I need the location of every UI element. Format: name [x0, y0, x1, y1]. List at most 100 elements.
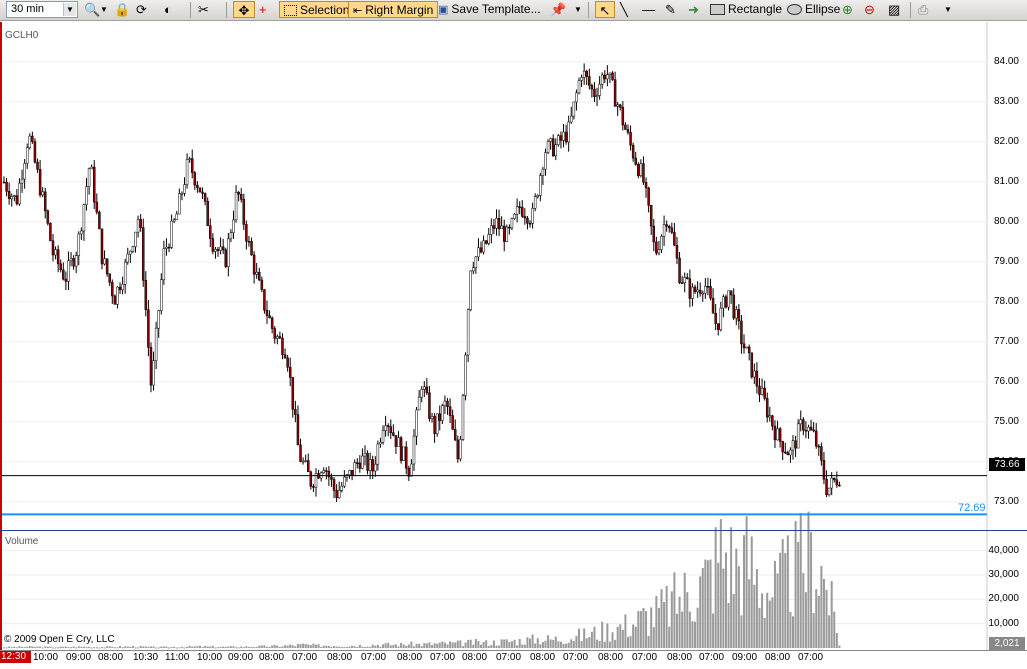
- volume-bar: [433, 643, 436, 648]
- x-tick-label: 08:00: [598, 652, 624, 663]
- volume-bar: [492, 640, 495, 648]
- volume-bar: [54, 647, 57, 649]
- pane-separator[interactable]: [0, 530, 1027, 531]
- volume-bar: [95, 647, 98, 649]
- volume-bar: [72, 646, 75, 648]
- volume-bar: [526, 637, 529, 648]
- volume-bar: [807, 511, 810, 648]
- candle-body: [348, 470, 351, 476]
- volume-bar: [485, 640, 488, 648]
- x-tick-label: 10:30: [133, 652, 159, 663]
- volume-bar: [180, 646, 183, 648]
- candle-body: [425, 386, 429, 394]
- volume-bar: [113, 647, 116, 649]
- candle-body: [265, 309, 269, 316]
- candle-body: [428, 392, 431, 419]
- volume-bar: [706, 560, 709, 648]
- volume-bar: [567, 642, 570, 648]
- candle-body: [131, 246, 135, 252]
- volume-bar: [812, 613, 815, 648]
- candle-body: [570, 115, 573, 123]
- volume-bar: [668, 626, 671, 648]
- volume-bar: [712, 613, 715, 648]
- volume-bar: [173, 646, 176, 648]
- volume-bar: [193, 646, 196, 648]
- candle-body: [642, 163, 645, 183]
- volume-bar: [258, 645, 261, 648]
- candle-body: [44, 191, 47, 212]
- volume-bar: [508, 642, 511, 648]
- candle-body: [165, 246, 168, 249]
- y-tick-label: 77.00: [993, 336, 1019, 347]
- candle-body: [446, 400, 449, 407]
- x-tick-label: 09:00: [732, 652, 758, 663]
- x-tick-label: 08:00: [530, 652, 556, 663]
- volume-bar: [477, 641, 480, 648]
- candle-body: [25, 147, 29, 164]
- candle-body: [740, 320, 743, 345]
- volume-bar: [253, 647, 256, 649]
- candle-body: [51, 240, 55, 256]
- volume-bar: [503, 639, 506, 648]
- candle-body: [747, 346, 751, 354]
- volume-bar: [611, 632, 614, 648]
- symbol-label: GCLH0: [5, 30, 39, 41]
- candle-body: [644, 181, 648, 189]
- candle-body: [404, 446, 408, 469]
- candle-body: [273, 328, 276, 339]
- volume-bar: [33, 646, 36, 648]
- volume-bar: [523, 644, 526, 648]
- candle-body: [606, 74, 609, 80]
- candle-body: [500, 225, 503, 230]
- candle-body: [825, 478, 828, 496]
- volume-bar: [531, 634, 534, 648]
- volume-bar: [789, 611, 792, 648]
- candle-body: [588, 76, 591, 86]
- candle-body: [619, 104, 622, 108]
- x-tick-label: 07:00: [563, 652, 589, 663]
- candle-body: [332, 479, 336, 491]
- candle-body: [735, 309, 738, 319]
- volume-bar: [361, 646, 364, 648]
- volume-bar: [443, 642, 446, 648]
- volume-bar: [235, 647, 238, 649]
- candle-body: [379, 441, 382, 445]
- volume-bar: [389, 645, 392, 648]
- candle-body: [340, 485, 344, 491]
- volume-bar: [456, 640, 459, 648]
- price-chart[interactable]: [0, 0, 1027, 668]
- candle-body: [100, 228, 104, 265]
- volume-bar: [415, 643, 418, 648]
- candle-body: [327, 471, 331, 478]
- candle-body: [134, 231, 137, 247]
- volume-bar: [794, 521, 797, 648]
- candle-body: [5, 181, 8, 192]
- candle-body: [510, 218, 514, 229]
- candle-body: [36, 161, 39, 170]
- volume-bar: [815, 589, 818, 648]
- volume-bar: [312, 643, 315, 648]
- candle-body: [456, 439, 460, 460]
- candle-body: [492, 225, 496, 229]
- candle-body: [701, 292, 705, 295]
- volume-bar: [714, 527, 717, 648]
- candle-body: [680, 282, 684, 284]
- candle-body: [152, 360, 155, 386]
- candle-body: [755, 370, 759, 387]
- x-tick-label: 07:00: [632, 652, 658, 663]
- candle-body: [82, 204, 86, 232]
- volume-bar: [593, 626, 596, 648]
- candle-body: [745, 346, 748, 349]
- volume-bar: [606, 623, 609, 648]
- candle-body: [585, 70, 588, 77]
- volume-bar: [188, 645, 191, 648]
- volume-bar: [266, 646, 269, 648]
- x-tick-label: 07:00: [699, 652, 725, 663]
- x-tick-label: 11:00: [165, 652, 190, 663]
- volume-bar: [541, 642, 544, 648]
- candle-body: [430, 416, 434, 419]
- candle-body: [724, 296, 728, 308]
- volume-bar: [529, 638, 532, 648]
- volume-bar: [438, 642, 441, 648]
- volume-bar: [186, 646, 189, 648]
